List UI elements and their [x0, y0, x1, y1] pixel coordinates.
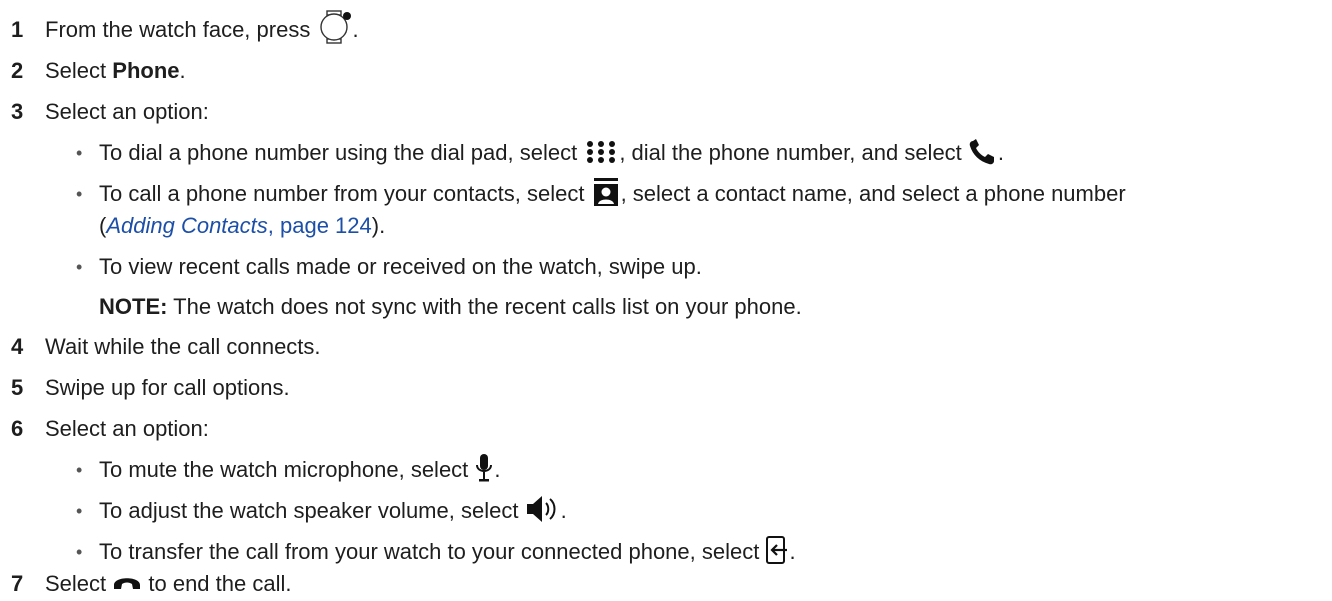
- step-number: 2: [11, 58, 24, 83]
- phone-menu-label: Phone: [112, 58, 180, 83]
- step-text: Swipe up for call options.: [45, 375, 290, 400]
- step-number: 5: [11, 375, 24, 400]
- adding-contacts-link[interactable]: Adding Contacts, page 124: [106, 213, 371, 238]
- step-number: 1: [11, 17, 24, 42]
- step-number: 6: [11, 416, 24, 441]
- bullet: •: [76, 460, 83, 480]
- watch-button-icon: [316, 10, 352, 44]
- bullet: •: [76, 184, 83, 204]
- bullet: •: [76, 501, 83, 521]
- step-text: Select an option:: [45, 99, 209, 124]
- note-text: The watch does not sync with the recent …: [167, 294, 802, 319]
- bullet: •: [76, 143, 83, 163]
- step-number: 4: [11, 334, 24, 359]
- microphone-icon: [474, 453, 494, 483]
- step-number: 3: [11, 99, 24, 124]
- transfer-call-icon: [765, 535, 789, 565]
- end-call-icon: [112, 573, 142, 593]
- bullet: •: [76, 542, 83, 562]
- step-text: Wait while the call connects.: [45, 334, 321, 359]
- phone-call-icon: [968, 138, 998, 166]
- contacts-icon: [591, 177, 621, 207]
- step-text: Select an option:: [45, 416, 209, 441]
- step-text: From the watch face, press: [45, 17, 317, 42]
- bullet: •: [76, 257, 83, 277]
- step-number: 7: [11, 571, 24, 596]
- note-label: NOTE:: [99, 294, 168, 319]
- speaker-volume-icon: [525, 494, 561, 524]
- dial-pad-icon: [583, 139, 619, 165]
